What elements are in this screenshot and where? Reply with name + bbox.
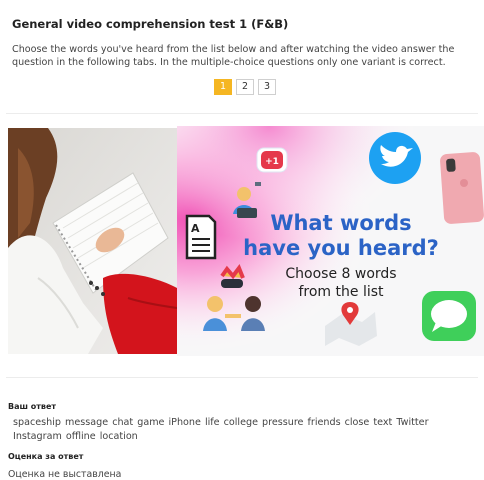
badge-text: +1 — [265, 157, 279, 167]
divider — [6, 113, 478, 114]
document-icon: A — [185, 214, 217, 260]
phone-icon — [440, 152, 484, 224]
banner-heading-line1: What words — [270, 211, 411, 235]
page-tab-1[interactable]: 1 — [214, 79, 232, 95]
woman-writing-photo — [8, 128, 177, 354]
answer-label: Ваш ответ — [8, 402, 57, 411]
banner-sub-line1: Choose 8 words — [285, 266, 396, 282]
twitter-icon — [369, 132, 421, 184]
page-tab-2[interactable]: 2 — [236, 79, 254, 95]
chat-plus-one-icon: +1 — [256, 147, 288, 173]
banner-heading-line2: have you heard? — [243, 236, 439, 260]
banner-sub-line2: from the list — [298, 284, 384, 300]
answer-text: spaceship message chat game iPhone life … — [13, 417, 429, 442]
divider — [6, 377, 478, 378]
message-bubble-icon — [422, 291, 476, 341]
page-tab-3[interactable]: 3 — [258, 79, 276, 95]
question-banner-image: +1 A What words have you heard? Choose 8… — [5, 126, 484, 356]
grade-value: Оценка не выставлена — [8, 469, 122, 480]
grade-label: Оценка за ответ — [8, 452, 84, 461]
svg-text:A: A — [191, 222, 200, 235]
quiz-instructions: Choose the words you've heard from the l… — [12, 44, 455, 68]
words-graphic: +1 A What words have you heard? Choose 8… — [177, 126, 484, 356]
page-tabs: 1 2 3 — [214, 79, 276, 95]
quiz-title: General video comprehension test 1 (F&B) — [12, 17, 289, 31]
